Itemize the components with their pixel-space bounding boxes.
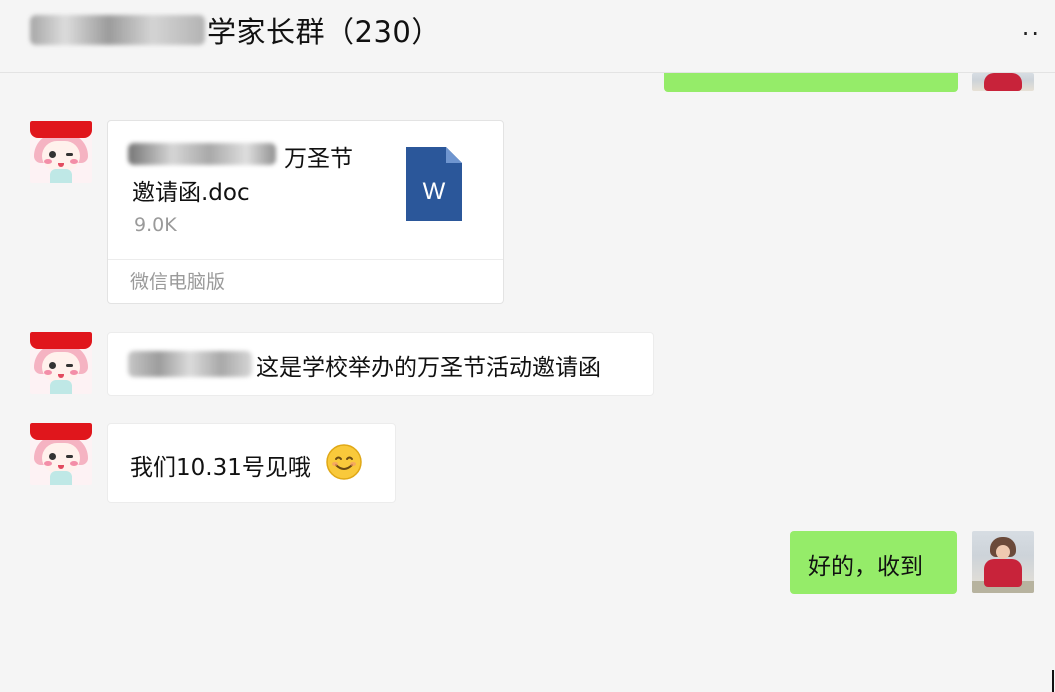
blurred-file-name <box>128 143 276 165</box>
file-source: 微信电脑版 <box>130 271 226 293</box>
message-text: 我们10.31号见哦 <box>130 455 311 481</box>
text-cursor <box>1052 670 1054 692</box>
file-message-card[interactable]: 万圣节 邀请函.doc 9.0K W 微信电脑版 <box>107 120 504 304</box>
text-message-bubble[interactable]: 我们10.31号见哦 <box>107 423 396 503</box>
sender-avatar[interactable] <box>30 332 92 394</box>
blurred-title-prefix <box>30 15 205 45</box>
chat-title: 学家长群（230） <box>30 10 441 50</box>
text-message-bubble[interactable]: 这是学校举办的万圣节活动邀请函 <box>107 332 654 396</box>
chat-header: 学家长群（230） ·· <box>0 0 1055 73</box>
blurred-text <box>128 351 252 377</box>
word-doc-icon: W <box>406 147 462 221</box>
file-name-line2: 邀请函.doc <box>132 180 250 206</box>
self-avatar[interactable] <box>972 73 1034 91</box>
message-text: 这是学校举办的万圣节活动邀请函 <box>256 355 601 381</box>
self-message-bubble[interactable]: 好的，收到 <box>790 531 957 594</box>
chat-title-text: 学家长群（230） <box>207 15 441 49</box>
file-size: 9.0K <box>134 214 177 236</box>
self-avatar[interactable] <box>972 531 1034 593</box>
sender-avatar[interactable] <box>30 121 92 183</box>
message-list[interactable]: 万圣节 邀请函.doc 9.0K W 微信电脑版 这是学校举办的万圣节活动邀请函… <box>0 73 1055 692</box>
word-letter: W <box>423 178 446 205</box>
smile-emoji-icon <box>326 444 362 480</box>
previous-self-bubble[interactable] <box>664 73 958 92</box>
message-text: 好的，收到 <box>808 554 923 580</box>
more-icon[interactable]: ·· <box>1022 20 1041 48</box>
file-name-line1: 万圣节 <box>284 146 353 172</box>
sender-avatar[interactable] <box>30 423 92 485</box>
divider <box>108 259 503 260</box>
